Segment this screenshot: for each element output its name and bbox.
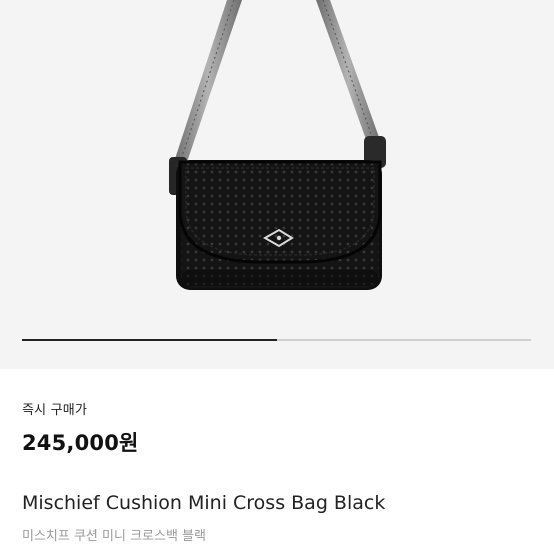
product-price: 245,000원 (22, 431, 139, 455)
bag-body (176, 160, 382, 290)
product-detail-page: 즉시 구매가 245,000원 Mischief Cushion Mini Cr… (0, 0, 554, 554)
purchase-type-label: 즉시 구매가 (22, 403, 88, 418)
product-name-en: Mischief Cushion Mini Cross Bag Black (22, 492, 386, 514)
product-info: 즉시 구매가 245,000원 Mischief Cushion Mini Cr… (0, 369, 554, 554)
gallery-progress-fill (22, 339, 277, 341)
gallery-progress-bar (22, 339, 531, 341)
product-name-ko: 미스치프 쿠션 미니 크로스백 블랙 (22, 529, 206, 544)
product-image (169, 0, 386, 290)
bag-strap (174, 0, 380, 165)
product-image-gallery[interactable] (0, 0, 554, 369)
